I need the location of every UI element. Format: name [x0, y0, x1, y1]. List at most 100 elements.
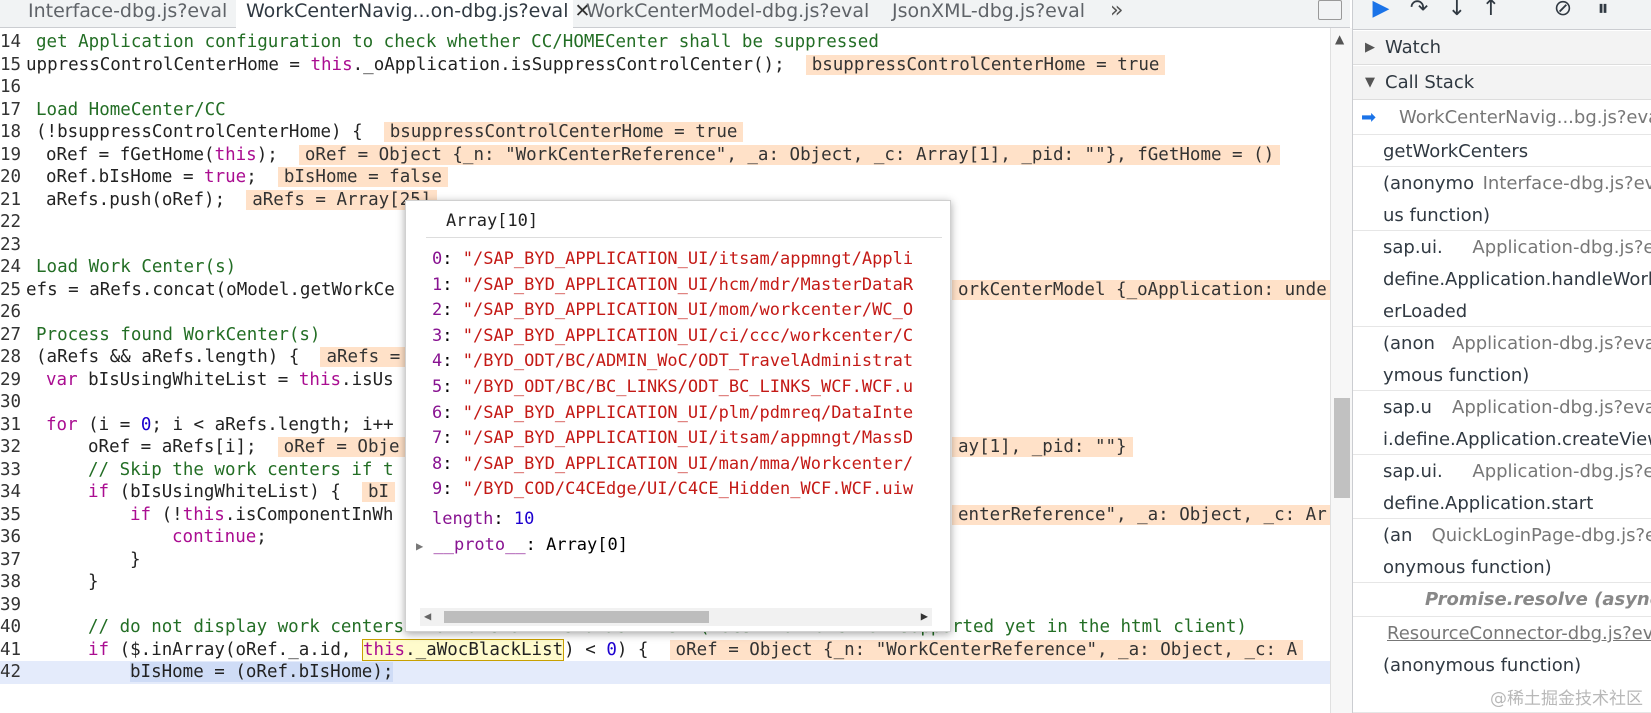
tab-overflow-icon[interactable]: » [1110, 0, 1123, 23]
line-number[interactable]: 23 [0, 234, 22, 257]
line-number[interactable]: 14 [0, 31, 22, 54]
callstack-frame[interactable]: ➡ WorkCenterNavig...bg.js?eval [1353, 101, 1651, 135]
expanded-triangle-icon: ▼ [1365, 75, 1375, 90]
code-line[interactable]: 16 [0, 76, 1330, 99]
pause-on-exceptions-icon[interactable]: ⏸ [1589, 0, 1617, 22]
line-number[interactable]: 35 [0, 504, 22, 527]
line-number[interactable]: 30 [0, 391, 22, 414]
frame-location[interactable]: QuickLoginPage-dbg.js?eval [1432, 519, 1651, 552]
line-number[interactable]: 33 [0, 459, 22, 482]
line-number[interactable]: 37 [0, 549, 22, 572]
scrollbar-thumb[interactable] [1334, 398, 1350, 498]
debugger-sidebar: ▶ ↷ ↓ ↑ ⊘ ⏸ ▶ Watch ▼ Call Stack ➡ WorkCe… [1352, 0, 1651, 713]
frame-location[interactable]: Application-dbg.js?eval:1 [1452, 391, 1651, 424]
array-item-row[interactable]: 3: "/SAP_BYD_APPLICATION_UI/ci/ccc/workc… [432, 323, 950, 349]
frame-location[interactable]: Interface-dbg.js?eval [1483, 167, 1651, 200]
tab-workcenter-model[interactable]: WorkCenterModel-dbg.js?eval [584, 0, 869, 28]
line-number[interactable]: 18 [0, 121, 22, 144]
line-number[interactable]: 41 [0, 639, 22, 662]
line-number[interactable]: 25 [0, 279, 22, 302]
deactivate-breakpoints-icon[interactable]: ⊘ [1549, 0, 1577, 22]
step-into-icon[interactable]: ↓ [1443, 0, 1471, 22]
array-item-row[interactable]: 6: "/SAP_BYD_APPLICATION_UI/plm/pdmreq/D… [432, 400, 950, 426]
step-over-icon[interactable]: ↷ [1405, 0, 1433, 22]
code-text: Process found WorkCenter(s) [36, 324, 321, 345]
line-number[interactable]: 27 [0, 324, 22, 347]
frame-location[interactable]: ResourceConnector-dbg.js?eval [1387, 617, 1651, 650]
popover-hscrollbar[interactable]: ◀ ▶ [420, 608, 932, 626]
devtools-sources-panel: Interface-dbg.js?eval WorkCenterNavig...… [0, 0, 1651, 713]
editor-scrollbar[interactable]: ▲ [1330, 28, 1352, 713]
code-line[interactable]: 15 uppressControlCenterHome = this._oAppl… [0, 54, 1330, 77]
line-number[interactable]: 22 [0, 211, 22, 234]
frame-location[interactable]: Application-dbg.js?eval [1472, 455, 1651, 488]
tab-workcenter-navig[interactable]: WorkCenterNavig...on-dbg.js?eval ✕ [236, 0, 590, 28]
code-line[interactable]: 17 Load HomeCenter/CC [0, 99, 1330, 122]
line-number[interactable]: 40 [0, 616, 22, 639]
line-number[interactable]: 28 [0, 346, 22, 369]
array-item-row[interactable]: 4: "/BYD_ODT/BC/ADMIN_WoC/ODT_TravelAdmi… [432, 348, 950, 374]
line-number[interactable]: 19 [0, 144, 22, 167]
callstack-frame[interactable]: sap.ui. Application-dbg.js?eval define.App… [1353, 231, 1651, 327]
callstack-frame[interactable]: (anon Application-dbg.js?eval ymous functi… [1353, 327, 1651, 391]
line-number[interactable]: 16 [0, 76, 22, 99]
code-line[interactable]: 14 get Application configuration to check… [0, 31, 1330, 54]
line-number[interactable]: 36 [0, 526, 22, 549]
toggle-navigator-icon[interactable] [1318, 0, 1342, 20]
frame-function-name: sap.ui. [1383, 237, 1443, 258]
callstack-frame[interactable]: Promise.resolve (async) [1353, 583, 1651, 617]
tab-jsonxml[interactable]: JsonXML-dbg.js?eval [890, 0, 1085, 28]
code-line[interactable]: 41 if ($.inArray(oRef._a.id, this._aWocBl… [0, 638, 1330, 662]
array-item-row[interactable]: 7: "/SAP_BYD_APPLICATION_UI/itsam/appmng… [432, 425, 950, 451]
callstack-frame[interactable]: (anonymo Interface-dbg.js?eval us function… [1353, 167, 1651, 231]
array-index: 3 [432, 325, 443, 346]
line-number[interactable]: 32 [0, 436, 22, 459]
callstack-frame[interactable]: (an QuickLoginPage-dbg.js?eval onymous fun… [1353, 519, 1651, 583]
callstack-section[interactable]: ▼ Call Stack [1353, 66, 1651, 100]
watch-section[interactable]: ▶ Watch [1353, 31, 1651, 65]
code-line[interactable]: 18 (!bsuppressControlCenterHome) { bsuppr… [0, 121, 1330, 144]
line-number[interactable]: 20 [0, 166, 22, 189]
array-item-row[interactable]: 1: "/SAP_BYD_APPLICATION_UI/hcm/mdr/Mast… [432, 272, 950, 298]
tab-interface[interactable]: Interface-dbg.js?eval [26, 0, 227, 28]
callstack-frame[interactable]: sap.u Application-dbg.js?eval:1 i.define.A… [1353, 391, 1651, 455]
scroll-right-icon[interactable]: ▶ [921, 609, 928, 623]
scroll-left-icon[interactable]: ◀ [424, 609, 431, 623]
watch-label: Watch [1385, 37, 1442, 58]
popover-scroll-thumb[interactable] [444, 611, 709, 623]
line-number[interactable]: 21 [0, 189, 22, 212]
frame-function-name-cont: onymous function) [1383, 557, 1552, 578]
frame-location[interactable]: Application-dbg.js?eval [1472, 231, 1651, 264]
line-number[interactable]: 31 [0, 414, 22, 437]
array-value: "/SAP_BYD_APPLICATION_UI/plm/pdmreq/Data… [462, 402, 914, 423]
array-item-row[interactable]: 9: "/BYD_COD/C4CEdge/UI/C4CE_Hidden_WCF.… [432, 476, 950, 502]
callstack-frame[interactable]: getWorkCenters [1353, 135, 1651, 167]
line-number[interactable]: 15 [0, 54, 22, 77]
line-number[interactable]: 34 [0, 481, 22, 504]
proto-row[interactable]: ▶ __proto__: Array[0] [416, 532, 950, 558]
line-number[interactable]: 26 [0, 301, 22, 324]
frame-location[interactable]: Application-dbg.js?eval [1452, 327, 1651, 360]
line-number[interactable]: 24 [0, 256, 22, 279]
frame-function-name-cont: define.Application.start [1383, 493, 1594, 514]
code-line[interactable]: 19 oRef = fGetHome(this); oRef = Object {… [0, 144, 1330, 167]
expand-triangle-icon[interactable]: ▶ [416, 539, 423, 553]
step-out-icon[interactable]: ↑ [1477, 0, 1505, 22]
array-item-row[interactable]: 5: "/BYD_ODT/BC/BC_LINKS/ODT_BC_LINKS_WC… [432, 374, 950, 400]
line-number[interactable]: 42 [0, 661, 22, 684]
line-number[interactable]: 38 [0, 571, 22, 594]
resume-icon[interactable]: ▶ [1367, 0, 1395, 22]
code-line[interactable]: 42 bIsHome = (oRef.bIsHome); [0, 661, 1330, 684]
code-line[interactable]: 20 oRef.bIsHome = true; bIsHome = false [0, 166, 1330, 189]
array-item-row[interactable]: 2: "/SAP_BYD_APPLICATION_UI/mom/workcent… [432, 297, 950, 323]
array-index: 2 [432, 300, 443, 321]
array-item-row[interactable]: 0: "/SAP_BYD_APPLICATION_UI/itsam/appmng… [432, 246, 950, 272]
scroll-up-icon[interactable]: ▲ [1335, 32, 1344, 46]
code-text: if (!this.isComponentInWh [130, 504, 394, 525]
line-number[interactable]: 17 [0, 99, 22, 122]
tab-label: JsonXML-dbg.js?eval [892, 0, 1086, 22]
callstack-frame[interactable]: sap.ui. Application-dbg.js?eval define.App… [1353, 455, 1651, 519]
array-item-row[interactable]: 8: "/SAP_BYD_APPLICATION_UI/man/mma/Work… [432, 451, 950, 477]
line-number[interactable]: 39 [0, 594, 22, 617]
line-number[interactable]: 29 [0, 369, 22, 392]
